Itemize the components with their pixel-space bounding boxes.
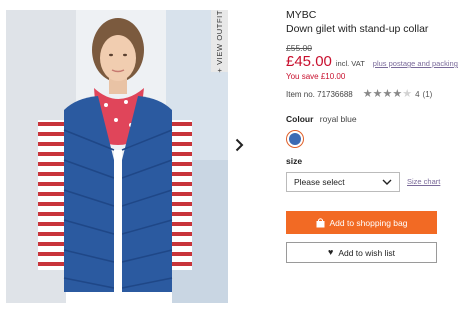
next-image-button[interactable] [232,137,246,153]
add-to-bag-button[interactable]: Add to shopping bag [286,211,437,234]
colour-value: royal blue [319,114,357,124]
shopping-bag-icon [316,217,325,228]
colour-swatch-royal-blue[interactable] [286,130,304,148]
size-selected-value: Please select [294,177,345,187]
colour-row: Colour royal blue [286,114,357,124]
swatch-color [289,133,301,145]
old-price: £55.00 [286,43,312,53]
item-rating-row: Item no. 71736688 ★ ★ ★ ★ ★ 4 (1) [286,89,432,100]
colour-label: Colour [286,114,314,124]
star-empty-icon: ★ [402,88,413,100]
add-to-wishlist-label: Add to wish list [338,247,396,258]
chevron-down-icon [382,179,392,185]
current-price: £45.00 [286,53,332,70]
vat-note: incl. VAT [335,59,365,68]
brand-name: MYBC [286,9,317,21]
heart-icon: ♥ [327,247,334,257]
star-icon: ★ [362,88,373,100]
rating-stars[interactable]: ★ ★ ★ ★ ★ [363,89,412,100]
product-title: Down gilet with stand-up collar [286,23,429,35]
product-image[interactable] [6,10,228,303]
item-number: Item no. 71736688 [286,90,353,99]
size-select[interactable]: Please select [286,172,400,192]
add-to-bag-label: Add to shopping bag [329,217,408,228]
chevron-right-icon [235,138,243,152]
rating-count[interactable]: (1) [423,90,433,99]
star-icon: ★ [372,88,383,100]
size-label: size [286,156,303,166]
add-to-wishlist-button[interactable]: ♥ Add to wish list [286,242,437,263]
price-row: £45.00 incl. VAT plus postage and packin… [286,53,458,70]
postage-link[interactable]: plus postage and packing [373,59,458,68]
view-outfit-button[interactable]: + VIEW OUTFIT [211,10,228,72]
star-icon: ★ [382,88,393,100]
size-chart-link[interactable]: Size chart [407,177,440,186]
view-outfit-label: + VIEW OUTFIT [215,9,224,73]
star-icon: ★ [392,88,403,100]
rating-score: 4 [415,90,420,99]
product-photo [6,10,228,303]
you-save: You save £10.00 [286,72,346,81]
